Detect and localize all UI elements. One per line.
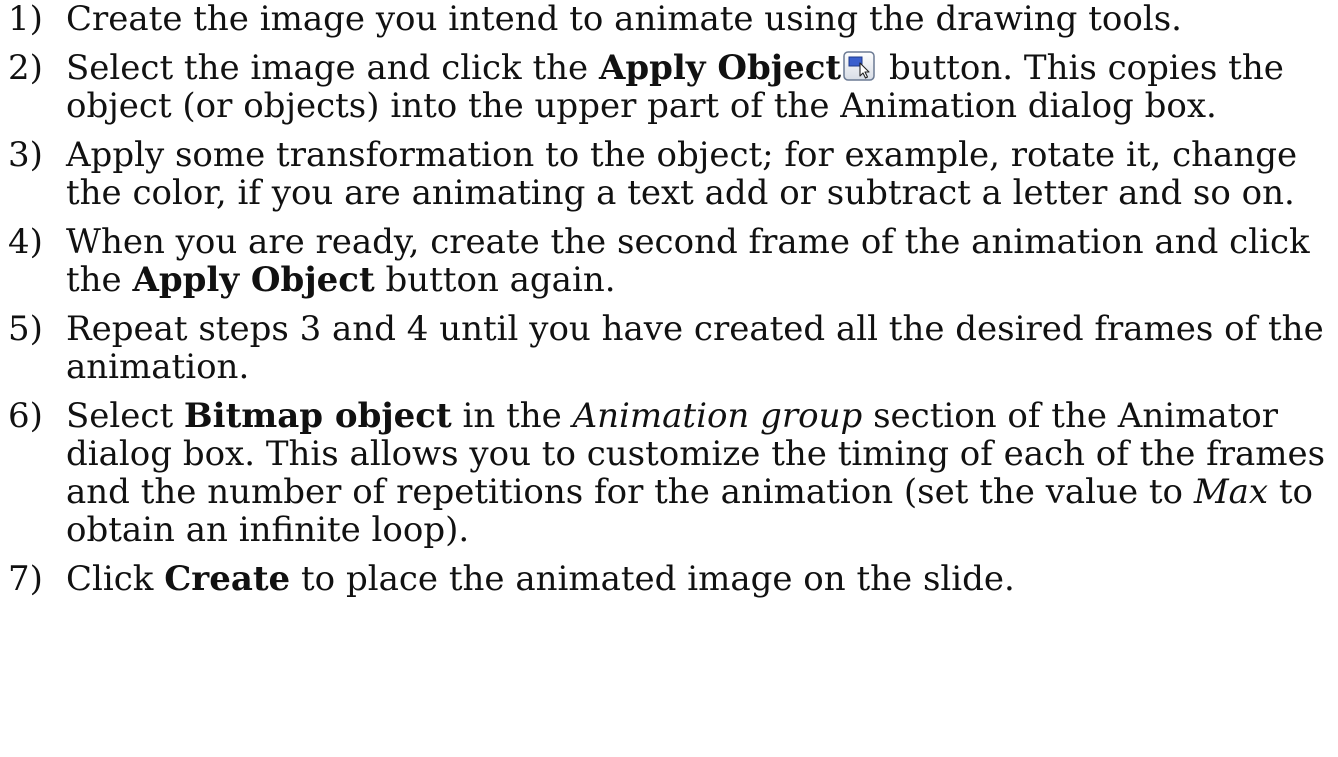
step-text: Select the image and click the Apply Obj… [66, 49, 1334, 125]
step-number: 7) [8, 559, 43, 599]
step-number: 4) [8, 222, 43, 262]
text-run: to place the animated image on the slide… [290, 559, 1015, 599]
text-run: Create the image you intend to animate u… [66, 0, 1182, 39]
step-text: Select Bitmap object in the Animation gr… [66, 397, 1334, 549]
max-value-label: Max [1193, 472, 1269, 512]
text-run: in the [451, 396, 573, 436]
step-text: Create the image you intend to animate u… [66, 0, 1334, 38]
list-item-step-5: 5) Repeat steps 3 and 4 until you have c… [8, 310, 1334, 386]
apply-object-label: Apply Object [132, 260, 375, 300]
step-number: 6) [8, 396, 43, 436]
text-run: button again. [374, 260, 616, 300]
step-text: Click Create to place the animated image… [66, 560, 1334, 598]
step-text: When you are ready, create the second fr… [66, 223, 1334, 299]
step-text: Apply some transformation to the object;… [66, 136, 1334, 212]
instruction-list: 1) Create the image you intend to animat… [8, 0, 1334, 598]
text-run: Repeat steps 3 and 4 until you have crea… [66, 309, 1324, 387]
step-number: 1) [8, 0, 43, 39]
text-run: Select the image and click the [66, 48, 599, 88]
bitmap-object-label: Bitmap object [183, 396, 452, 436]
list-item-step-7: 7) Click Create to place the animated im… [8, 560, 1334, 598]
step-number: 2) [8, 48, 43, 88]
step-text: Repeat steps 3 and 4 until you have crea… [66, 310, 1334, 386]
text-run: Apply some transformation to the object;… [66, 135, 1298, 213]
list-item-step-2: 2) Select the image and click the Apply … [8, 49, 1334, 125]
text-run: Select [66, 396, 184, 436]
text-run: Click [66, 559, 165, 599]
list-item-step-6: 6) Select Bitmap object in the Animation… [8, 397, 1334, 549]
create-label: Create [164, 559, 291, 599]
list-item-step-1: 1) Create the image you intend to animat… [8, 0, 1334, 38]
step-number: 5) [8, 309, 43, 349]
apply-object-label: Apply Object [598, 48, 842, 88]
step-number: 3) [8, 135, 43, 175]
list-item-step-4: 4) When you are ready, create the second… [8, 223, 1334, 299]
animation-group-label: Animation group [572, 396, 863, 436]
apply-object-icon [843, 51, 875, 81]
list-item-step-3: 3) Apply some transformation to the obje… [8, 136, 1334, 212]
